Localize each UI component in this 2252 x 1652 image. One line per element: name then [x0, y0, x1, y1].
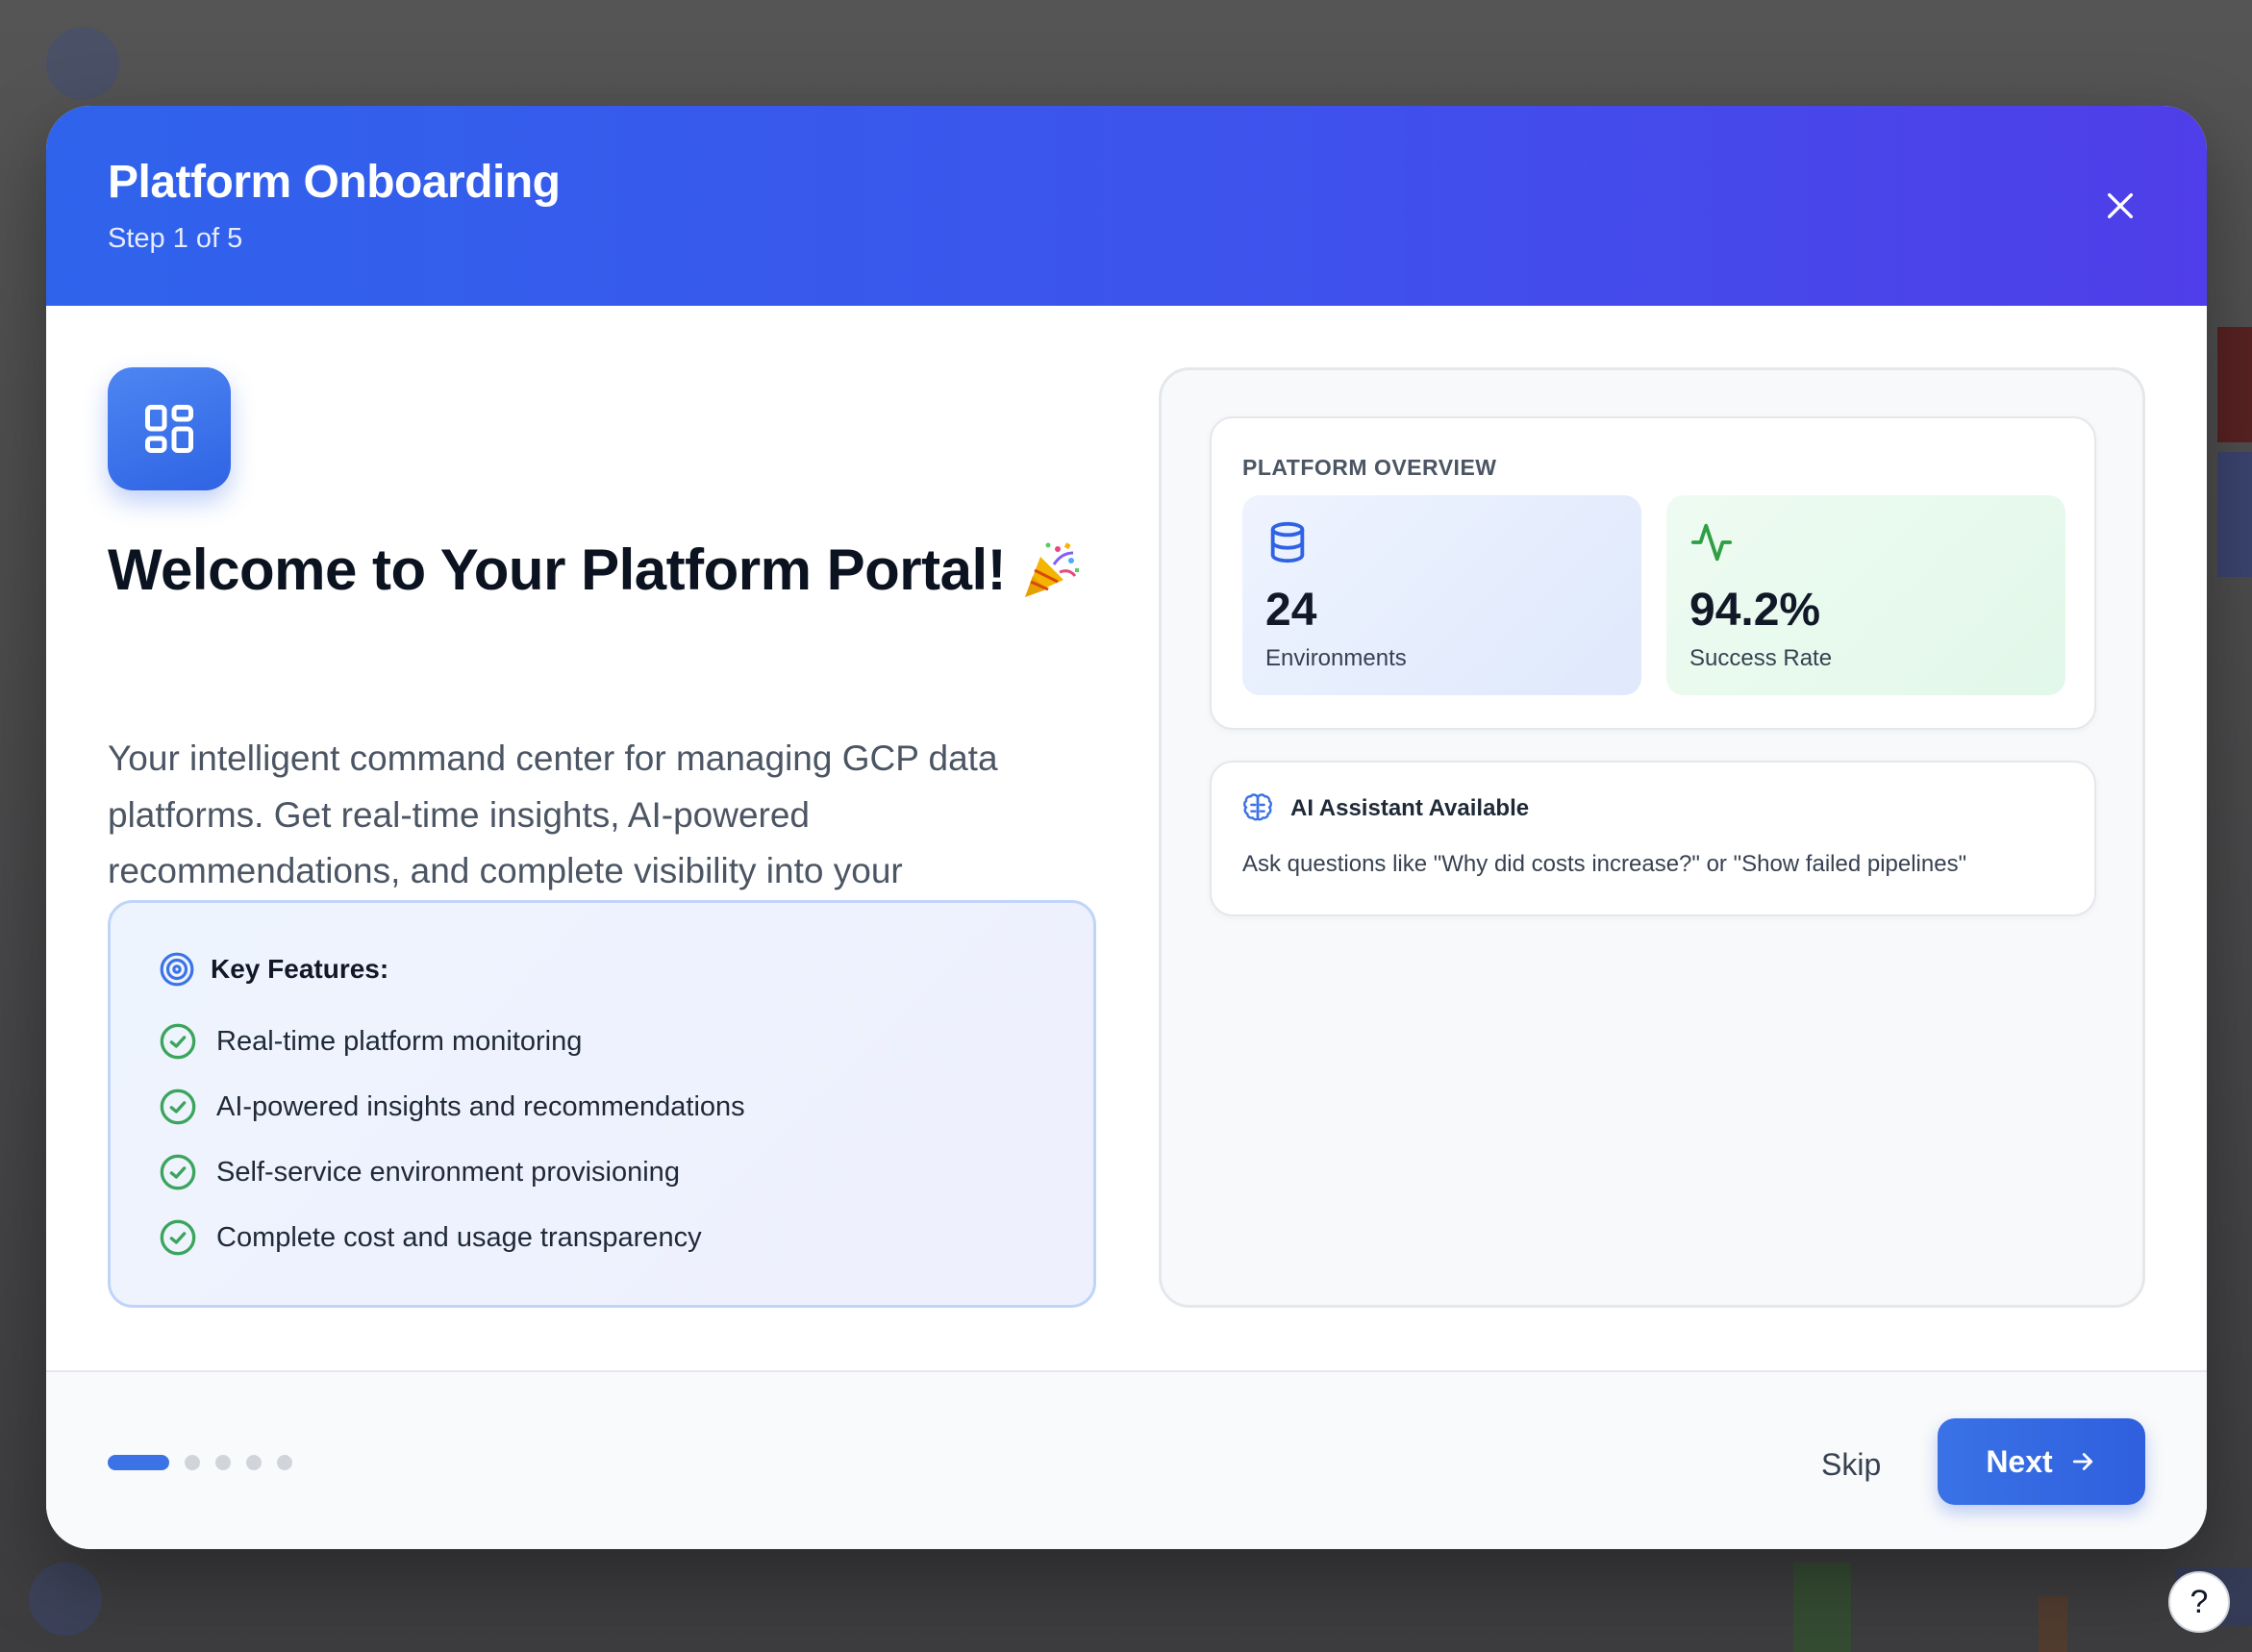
backdrop-panel — [2217, 327, 2252, 442]
backdrop-panel — [2217, 452, 2252, 577]
target-icon — [160, 952, 194, 987]
modal-header: Platform Onboarding Step 1 of 5 — [46, 106, 2207, 306]
ai-assistant-card: AI Assistant Available Ask questions lik… — [1210, 761, 2096, 916]
skip-button[interactable]: Skip — [1806, 1441, 1896, 1488]
step-indicator: Step 1 of 5 — [108, 223, 243, 254]
platform-overview-card: PLATFORM OVERVIEW 24 Environments 94.2% … — [1210, 416, 2096, 730]
feature-label: AI-powered insights and recommendations — [216, 1090, 745, 1122]
backdrop-avatar-bottom — [29, 1563, 102, 1636]
progress-dot — [185, 1455, 200, 1470]
backdrop-chart-bar — [2039, 1596, 2067, 1652]
brain-icon — [1243, 793, 1272, 821]
activity-icon — [1690, 523, 1733, 562]
environments-value: 24 — [1265, 585, 1317, 636]
check-circle-icon — [160, 1023, 196, 1060]
key-features-heading: Key Features: — [159, 951, 388, 988]
party-popper-icon — [1019, 539, 1081, 601]
check-circle-icon — [160, 1154, 196, 1190]
progress-dot — [246, 1455, 262, 1470]
progress-dot — [277, 1455, 292, 1470]
feature-label: Complete cost and usage transparency — [216, 1221, 702, 1253]
next-button[interactable]: Next — [1938, 1418, 2145, 1505]
step-progress-dots — [108, 1455, 308, 1470]
feature-item: AI-powered insights and recommendations — [159, 1088, 745, 1126]
dashboard-grid-icon — [108, 367, 231, 490]
feature-label: Self-service environment provisioning — [216, 1156, 680, 1188]
arrow-right-icon — [2068, 1447, 2097, 1476]
progress-dot-active — [108, 1455, 169, 1470]
close-button[interactable] — [2099, 185, 2141, 227]
ai-assistant-title: AI Assistant Available — [1290, 795, 1530, 821]
welcome-title-text: Welcome to Your Platform Portal! — [108, 538, 1007, 602]
feature-label: Real-time platform monitoring — [216, 1025, 583, 1057]
modal-title: Platform Onboarding — [108, 157, 561, 208]
key-features-label: Key Features: — [211, 954, 389, 984]
overview-label: PLATFORM OVERVIEW — [1242, 455, 1497, 480]
modal-footer: Skip Next — [46, 1370, 2207, 1549]
database-icon — [1270, 521, 1305, 563]
check-circle-icon — [160, 1089, 196, 1125]
feature-item: Self-service environment provisioning — [159, 1153, 680, 1191]
preview-panel: PLATFORM OVERVIEW 24 Environments 94.2% … — [1159, 367, 2145, 1308]
success-rate-value: 94.2% — [1689, 585, 1821, 636]
next-button-label: Next — [1986, 1443, 2053, 1479]
backdrop-chart-bar — [1793, 1563, 1851, 1652]
success-rate-stat: 94.2% Success Rate — [1666, 495, 2065, 695]
onboarding-modal: Platform Onboarding Step 1 of 5 Welcome … — [46, 106, 2207, 1549]
feature-item: Complete cost and usage transparency — [159, 1218, 702, 1257]
ai-assistant-description: Ask questions like "Why did costs increa… — [1242, 851, 1967, 877]
close-icon — [2107, 192, 2134, 219]
progress-dot — [215, 1455, 231, 1470]
environments-caption: Environments — [1265, 645, 1407, 671]
environments-stat: 24 Environments — [1242, 495, 1641, 695]
key-features-card: Key Features: Real-time platform monitor… — [108, 900, 1096, 1308]
feature-item: Real-time platform monitoring — [159, 1022, 582, 1061]
welcome-title: Welcome to Your Platform Portal! — [108, 537, 1127, 603]
check-circle-icon — [160, 1219, 196, 1256]
help-button[interactable]: ? — [2168, 1571, 2230, 1633]
ai-assistant-heading: AI Assistant Available — [1242, 793, 1529, 824]
backdrop-avatar — [46, 27, 119, 100]
success-rate-caption: Success Rate — [1689, 645, 1833, 671]
